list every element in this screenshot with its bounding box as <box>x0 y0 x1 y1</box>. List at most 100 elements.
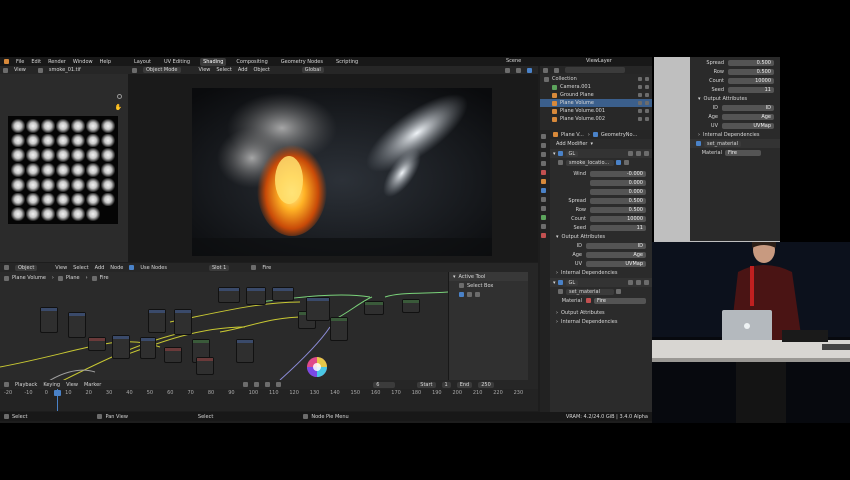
timeline-type-icon[interactable] <box>4 382 9 387</box>
shader-node[interactable] <box>236 339 254 363</box>
use-nodes-checkbox[interactable] <box>129 265 135 270</box>
node-header[interactable] <box>197 358 213 361</box>
node-header[interactable] <box>113 336 129 339</box>
shader-node[interactable] <box>40 307 58 333</box>
node-header[interactable] <box>219 288 239 291</box>
menu-file[interactable]: File <box>16 59 24 65</box>
modifier-1-realtime-icon[interactable] <box>628 151 633 156</box>
internal-dependencies-2-panel[interactable]: › Internal Dependencies <box>550 317 652 326</box>
tab-scripting[interactable]: Scripting <box>333 58 361 66</box>
internal-dependencies-panel[interactable]: › Internal Dependencies <box>550 268 652 277</box>
timeline-menu-view[interactable]: View <box>66 382 78 388</box>
current-frame-field[interactable]: 6 <box>373 381 396 388</box>
render-tab-icon[interactable] <box>541 143 546 148</box>
pan-hand-icon[interactable]: ✋ <box>115 104 122 111</box>
slide-output-field[interactable]: Age <box>722 113 774 120</box>
modifier-input-field[interactable]: -0.000 <box>590 170 646 177</box>
shader-node[interactable] <box>306 297 330 321</box>
render-camera-icon[interactable] <box>645 77 649 81</box>
shader-node[interactable] <box>88 337 106 351</box>
shader-node[interactable] <box>140 337 156 359</box>
shader-node[interactable] <box>364 301 384 315</box>
outliner-search-input[interactable] <box>565 67 625 73</box>
outliner-item[interactable]: Plane Volume <box>540 99 652 107</box>
select-mode-set-icon[interactable] <box>459 292 464 297</box>
orientation-dropdown[interactable]: Global <box>301 67 324 73</box>
modifier-input-field[interactable]: 10000 <box>590 215 646 222</box>
gn-modifier-2-header[interactable]: ▾ GL <box>550 278 652 287</box>
tab-uv-editing[interactable]: UV Editing <box>161 58 193 66</box>
render-camera-icon[interactable] <box>645 93 649 97</box>
visibility-eye-icon[interactable] <box>638 101 642 105</box>
node-header[interactable] <box>149 310 165 313</box>
color-wheel[interactable] <box>306 356 328 378</box>
output-attributes-panel[interactable]: ▾ Output Attributes <box>550 232 652 241</box>
render-camera-icon[interactable] <box>645 85 649 89</box>
playhead-handle[interactable] <box>54 390 61 396</box>
visibility-eye-icon[interactable] <box>638 77 642 81</box>
visibility-eye-icon[interactable] <box>638 93 642 97</box>
slot-dropdown[interactable]: Slot 1 <box>208 264 230 271</box>
node-menu-select[interactable]: Select <box>73 265 88 271</box>
select-box-row[interactable]: Select Box <box>449 281 528 290</box>
modifier-input-field[interactable]: 0.500 <box>590 206 646 213</box>
shader-node[interactable] <box>68 312 86 338</box>
zoom-icon[interactable] <box>117 94 122 99</box>
node-header[interactable] <box>247 288 265 291</box>
output-attributes-2-panel[interactable]: › Output Attributes <box>550 308 652 317</box>
outliner-item[interactable]: Plane Volume.001 <box>540 107 652 115</box>
select-mode-subtract-icon[interactable] <box>475 292 480 297</box>
viewport-type-icon[interactable] <box>132 67 137 73</box>
modifier-input-field[interactable]: 0.000 <box>590 188 646 195</box>
viewport-menu-select[interactable]: Select <box>216 67 231 73</box>
gn-modifier-1-header[interactable]: ▾ GL <box>550 149 652 158</box>
node-menu-view[interactable]: View <box>55 265 67 271</box>
tab-compositing[interactable]: Compositing <box>233 58 270 66</box>
node-header[interactable] <box>273 288 293 291</box>
node-editor-object-dropdown[interactable]: Object <box>15 264 38 271</box>
node-editor-canvas[interactable]: Plane Volume › Plane › Fire <box>0 272 448 380</box>
select-mode-extend-icon[interactable] <box>467 292 472 297</box>
output-tab-icon[interactable] <box>541 152 546 157</box>
physics-tab-icon[interactable] <box>541 206 546 211</box>
menu-edit[interactable]: Edit <box>31 59 41 65</box>
slide-input-field[interactable]: 10000 <box>728 77 774 84</box>
gn-1-unlink-icon[interactable] <box>624 160 629 165</box>
object-tab-icon[interactable] <box>541 179 546 184</box>
shader-node[interactable] <box>218 287 240 303</box>
node-header[interactable] <box>165 348 181 351</box>
output-attribute-field[interactable]: UVMap <box>586 260 646 267</box>
modifier-2-render-icon[interactable] <box>636 280 641 285</box>
scene-tab-icon[interactable] <box>541 161 546 166</box>
render-camera-icon[interactable] <box>645 117 649 121</box>
tab-layout[interactable]: Layout <box>131 58 154 66</box>
active-tool-panel-header[interactable]: ▾ Active Tool <box>449 272 528 281</box>
visibility-eye-icon[interactable] <box>638 117 642 121</box>
shader-node[interactable] <box>196 357 214 375</box>
menu-help[interactable]: Help <box>100 59 111 65</box>
slide-input-field[interactable]: 0.500 <box>728 68 774 75</box>
output-attribute-field[interactable]: Age <box>586 251 646 258</box>
gn-modifier-1-name[interactable]: GL <box>565 150 579 157</box>
gn-1-fake-user-icon[interactable] <box>616 160 621 165</box>
output-attribute-field[interactable]: ID <box>586 242 646 249</box>
shader-node[interactable] <box>112 335 130 359</box>
shader-node[interactable] <box>174 309 192 335</box>
material-name-field[interactable]: Fire <box>262 265 271 271</box>
outliner-item[interactable]: Camera.001 <box>540 83 652 91</box>
image-editor[interactable]: ✋ <box>0 74 128 262</box>
material-tab-icon[interactable] <box>541 233 546 238</box>
world-tab-icon[interactable] <box>541 170 546 175</box>
modifier-input-field[interactable]: 0.500 <box>590 197 646 204</box>
3d-viewport[interactable] <box>128 74 538 262</box>
material-field[interactable]: Fire <box>594 297 646 304</box>
node-header[interactable] <box>193 340 209 343</box>
node-header[interactable] <box>237 340 253 343</box>
modifier-2-realtime-icon[interactable] <box>628 280 633 285</box>
node-menu-add[interactable]: Add <box>95 265 105 271</box>
timeline-menu-keying[interactable]: Keying <box>43 382 60 388</box>
node-header[interactable] <box>41 308 57 311</box>
shader-node[interactable] <box>148 309 166 333</box>
viewport-menu-object[interactable]: Object <box>254 67 270 73</box>
slide-output-field[interactable]: ID <box>722 104 774 111</box>
